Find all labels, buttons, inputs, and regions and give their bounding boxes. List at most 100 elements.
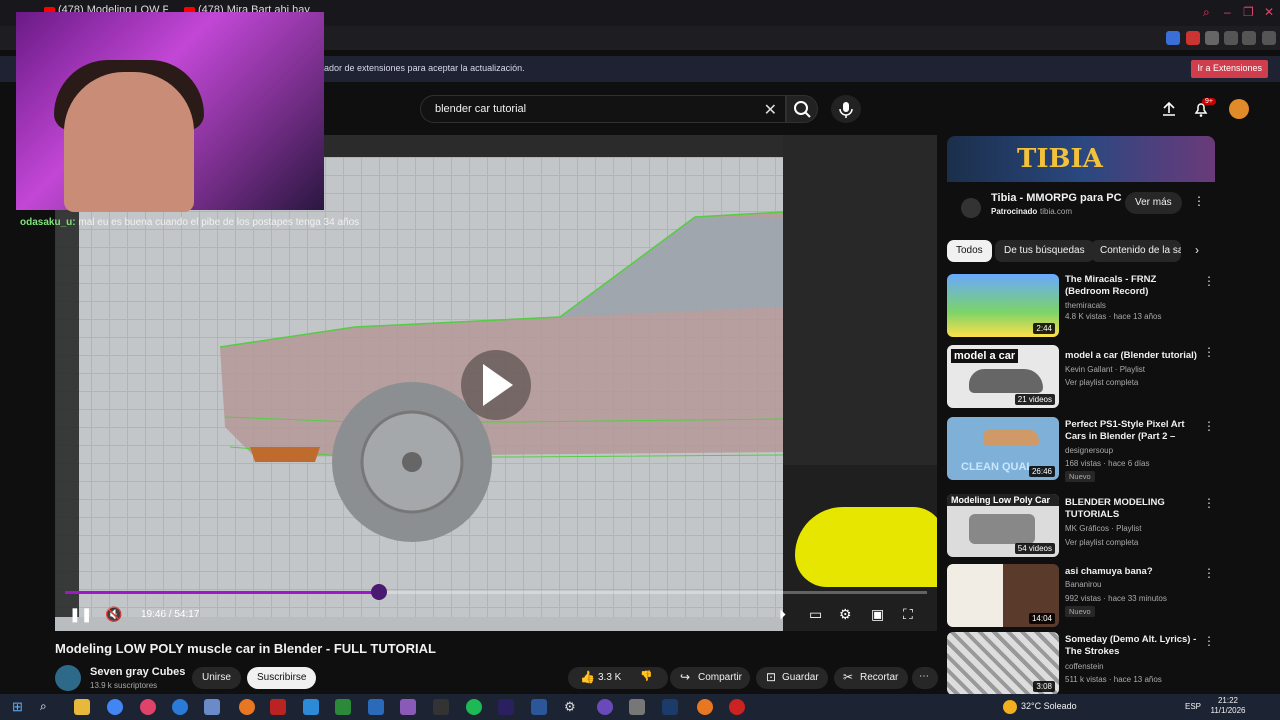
upload-icon[interactable] — [1160, 100, 1178, 118]
word-icon[interactable] — [531, 699, 547, 715]
playlist-thumbnail[interactable]: Modeling Low Poly Car 54 videos — [947, 494, 1059, 557]
search-taskbar-icon[interactable]: ⌕ — [40, 699, 56, 715]
pycharm-icon[interactable] — [335, 699, 351, 715]
go-to-extensions-button[interactable]: Ir a Extensiones — [1191, 60, 1268, 78]
play-button[interactable] — [461, 350, 531, 420]
menu-icon[interactable] — [1262, 31, 1276, 45]
opera-icon[interactable] — [140, 699, 156, 715]
app-icon[interactable] — [629, 699, 645, 715]
extension-icon[interactable] — [1186, 31, 1200, 45]
video-channel: Bananirou — [1065, 580, 1102, 589]
system-clock[interactable]: 21:22 11/1/2026 — [1203, 696, 1253, 716]
save-button[interactable]: ⊡ Guardar — [756, 667, 828, 689]
video-thumbnail[interactable]: 2:44 — [947, 274, 1059, 337]
mute-icon[interactable]: 🔇 — [105, 606, 122, 623]
share-button[interactable]: ↪ Compartir — [670, 667, 750, 689]
recommended-playlist[interactable]: Modeling Low Poly Car 54 videos BLENDER … — [947, 494, 1215, 557]
ad-cta-button[interactable]: Ver más — [1125, 192, 1182, 214]
view-full-playlist-link[interactable]: Ver playlist completa — [1065, 538, 1138, 547]
vscode-icon[interactable] — [368, 699, 384, 715]
clear-search-icon[interactable]: ✕ — [764, 100, 777, 120]
recommended-video[interactable]: 3:08 Someday (Demo Alt. Lyrics) - The St… — [947, 632, 1215, 695]
video-title[interactable]: Someday (Demo Alt. Lyrics) - The Strokes — [1065, 634, 1201, 658]
channel-avatar[interactable] — [55, 665, 81, 691]
ad-more-icon[interactable]: ⋮ — [1193, 194, 1205, 208]
language-indicator[interactable]: ESP — [1185, 702, 1201, 711]
puzzle-extensions-icon[interactable] — [1205, 31, 1219, 45]
microphone-icon — [839, 102, 853, 118]
autoplay-toggle-icon[interactable]: ⏵ — [779, 606, 786, 623]
discord-icon[interactable] — [597, 699, 613, 715]
file-explorer-icon[interactable] — [74, 699, 90, 715]
video-app-icon[interactable] — [270, 699, 286, 715]
more-options-icon[interactable]: ⋮ — [1203, 345, 1215, 359]
search-tabs-icon[interactable]: ⌕ — [1203, 5, 1210, 20]
recommended-video[interactable]: 2:44 The Miracals - FRNZ (Bedroom Record… — [947, 274, 1215, 337]
subtitles-icon[interactable]: ▭ — [809, 606, 822, 623]
chrome-icon[interactable] — [107, 699, 123, 715]
app-icon[interactable] — [433, 699, 449, 715]
more-options-icon[interactable]: ⋮ — [1203, 566, 1215, 580]
search-input[interactable]: blender car tutorial ✕ — [420, 95, 786, 123]
like-count: 3.3 K — [598, 672, 622, 683]
maximize-icon[interactable]: ❐ — [1243, 5, 1254, 19]
blender-icon[interactable] — [697, 699, 713, 715]
video-title[interactable]: Perfect PS1-Style Pixel Art Cars in Blen… — [1065, 419, 1201, 443]
more-options-icon[interactable]: ⋮ — [1203, 496, 1215, 510]
playlist-thumbnail[interactable]: model a car 21 videos — [947, 345, 1059, 408]
video-thumbnail[interactable]: 14:04 — [947, 564, 1059, 627]
chevron-right-icon[interactable]: › — [1195, 243, 1199, 257]
progress-scrubber-handle[interactable] — [370, 584, 387, 600]
dislike-button[interactable]: 👎 — [634, 667, 658, 689]
windows-start-icon[interactable]: ⊞ — [12, 699, 28, 715]
sponsored-ad[interactable]: TIBIA Tibia - MMORPG para PC Patrocinado… — [947, 136, 1215, 230]
weather-text[interactable]: 32°C Soleado — [1021, 701, 1077, 711]
more-options-icon[interactable]: ⋮ — [1203, 274, 1215, 288]
search-button[interactable] — [786, 95, 818, 123]
recommended-video[interactable]: 14:04 asi chamuya bana? Bananirou 992 vi… — [947, 564, 1215, 627]
video-title[interactable]: The Miracals - FRNZ (Bedroom Record) — [1065, 274, 1201, 298]
minimize-icon[interactable]: – — [1224, 5, 1231, 19]
subscribe-button[interactable]: Suscribirse — [247, 667, 317, 689]
app-icon[interactable] — [303, 699, 319, 715]
miniplayer-icon[interactable]: ▣ — [871, 606, 884, 623]
close-window-icon[interactable]: ✕ — [1264, 5, 1274, 19]
download-icon[interactable] — [1242, 31, 1256, 45]
app-icon[interactable] — [729, 699, 745, 715]
app-icon[interactable] — [204, 699, 220, 715]
steam-icon[interactable] — [662, 699, 678, 715]
chip-all[interactable]: Todos — [947, 240, 992, 262]
edge-icon[interactable] — [172, 699, 188, 715]
view-full-playlist-link[interactable]: Ver playlist completa — [1065, 378, 1138, 387]
video-meta: 168 vistas · hace 6 días — [1065, 459, 1150, 468]
recommended-playlist[interactable]: model a car 21 videos model a car (Blend… — [947, 345, 1215, 408]
more-options-icon[interactable]: ⋮ — [1203, 419, 1215, 433]
more-options-icon[interactable]: ⋮ — [1203, 634, 1215, 648]
camera-icon[interactable] — [1224, 31, 1238, 45]
after-effects-icon[interactable] — [498, 699, 514, 715]
video-thumbnail[interactable]: CLEAN QUAL 26:46 — [947, 417, 1059, 480]
pause-icon[interactable]: ❚❚ — [69, 606, 92, 623]
video-title[interactable]: asi chamuya bana? — [1065, 566, 1201, 578]
video-duration: 2:44 — [1033, 323, 1055, 334]
playlist-title[interactable]: model a car (Blender tutorial) — [1065, 350, 1201, 362]
app-icon[interactable] — [400, 699, 416, 715]
join-button[interactable]: Unirse — [192, 667, 241, 689]
clip-button[interactable]: ✂ Recortar — [834, 667, 908, 689]
progress-bar[interactable] — [65, 591, 927, 594]
recommended-video[interactable]: CLEAN QUAL 26:46 Perfect PS1-Style Pixel… — [947, 417, 1215, 482]
settings-gear-icon[interactable]: ⚙ — [564, 699, 580, 715]
translate-extension-icon[interactable] — [1166, 31, 1180, 45]
channel-name[interactable]: Seven gray Cubes — [90, 666, 185, 678]
chip-channel-content[interactable]: Contenido de la sa — [1091, 240, 1181, 262]
voice-search-button[interactable] — [831, 95, 861, 123]
settings-gear-icon[interactable]: ⚙ — [839, 606, 852, 623]
blender-icon[interactable] — [239, 699, 255, 715]
spotify-icon[interactable] — [466, 699, 482, 715]
fullscreen-icon[interactable]: ⛶ — [903, 606, 913, 623]
chip-from-your-searches[interactable]: De tus búsquedas — [995, 240, 1094, 262]
more-actions-button[interactable]: ⋯ — [912, 667, 938, 689]
playlist-title[interactable]: BLENDER MODELING TUTORIALS — [1065, 497, 1201, 521]
account-avatar[interactable] — [1229, 99, 1249, 119]
video-thumbnail[interactable]: 3:08 — [947, 632, 1059, 695]
